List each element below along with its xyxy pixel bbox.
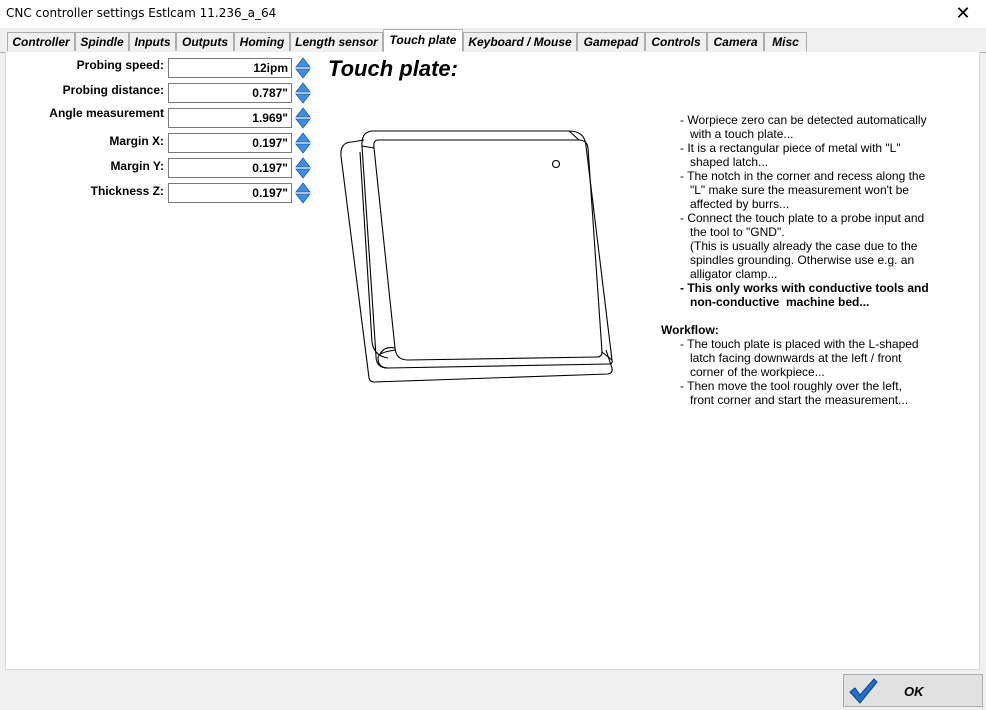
thickness-z-input[interactable]: 0.197" — [168, 183, 292, 203]
margin-x-stepper[interactable] — [295, 132, 311, 154]
tab-spindle[interactable]: Spindle — [75, 32, 129, 51]
description-line: - Connect the touch plate to a probe inp… — [680, 211, 925, 225]
tab-outputs[interactable]: Outputs — [176, 32, 234, 51]
tab-controls[interactable]: Controls — [645, 32, 707, 51]
probing-distance-label: Probing distance: — [62, 83, 164, 97]
description-warning-line: non-conductive machine bed... — [680, 295, 870, 309]
margin-y-input[interactable]: 0.197" — [168, 158, 292, 178]
description-line: the tool to "GND". — [680, 225, 785, 239]
checkmark-icon — [848, 677, 878, 710]
tab-length-sensor[interactable]: Length sensor — [290, 32, 383, 51]
workflow-title: Workflow: — [661, 323, 719, 337]
tab-gamepad[interactable]: Gamepad — [577, 32, 645, 51]
ok-button[interactable]: OK — [843, 674, 983, 707]
description-line: spindles grounding. Otherwise use e.g. a… — [680, 253, 915, 267]
angle-measurement-stepper[interactable] — [295, 107, 311, 129]
probing-speed-label: Probing speed: — [76, 58, 164, 72]
description-line: - It is a rectangular piece of metal wit… — [680, 141, 901, 155]
margin-x-label: Margin X: — [109, 134, 164, 148]
description-line: - The notch in the corner and recess alo… — [680, 169, 926, 183]
tab-misc[interactable]: Misc — [764, 32, 807, 51]
workflow-line: front corner and start the measurement..… — [680, 393, 909, 407]
window-title: CNC controller settings Estlcam 11.236_a… — [6, 6, 277, 20]
angle-measurement-label: Angle measurement — [49, 106, 164, 120]
margin-x-input[interactable]: 0.197" — [168, 133, 292, 153]
title-bar: CNC controller settings Estlcam 11.236_a… — [0, 0, 986, 28]
thickness-z-label: Thickness Z: — [90, 184, 164, 198]
workflow-line: - The touch plate is placed with the L-s… — [680, 337, 919, 351]
touch-plate-illustration — [336, 128, 621, 393]
description-warning-line: - This only works with conductive tools … — [680, 281, 929, 295]
margin-y-label: Margin Y: — [110, 159, 164, 173]
tab-controller[interactable]: Controller — [7, 32, 75, 51]
tab-touch-plate[interactable]: Touch plate — [383, 29, 463, 52]
description-line: - Worpiece zero can be detected automati… — [680, 113, 927, 127]
close-icon[interactable]: ✕ — [940, 0, 986, 28]
workflow-line: corner of the workpiece... — [680, 365, 825, 379]
description-line: alligator clamp... — [680, 267, 778, 281]
probing-speed-stepper[interactable] — [295, 57, 311, 79]
tab-camera[interactable]: Camera — [707, 32, 764, 51]
tab-inputs[interactable]: Inputs — [129, 32, 176, 51]
probing-distance-input[interactable]: 0.787" — [168, 83, 292, 103]
description-line: shaped latch... — [680, 155, 769, 169]
ok-button-label: OK — [904, 684, 924, 699]
description-line: affected by burrs... — [680, 197, 790, 211]
probing-distance-stepper[interactable] — [295, 82, 311, 104]
description-line: with a touch plate... — [680, 127, 794, 141]
section-title: Touch plate: — [328, 56, 458, 81]
margin-y-stepper[interactable] — [295, 157, 311, 179]
tab-homing[interactable]: Homing — [234, 32, 290, 51]
description-line: (This is usually already the case due to… — [680, 239, 918, 253]
workflow-line: latch facing downwards at the left / fro… — [680, 351, 902, 365]
description-line: "L" make sure the measurement won't be — [680, 183, 909, 197]
angle-measurement-input[interactable]: 1.969" — [168, 108, 292, 128]
workflow-line: - Then move the tool roughly over the le… — [680, 379, 902, 393]
thickness-z-stepper[interactable] — [295, 182, 311, 204]
tab-keyboard-mouse[interactable]: Keyboard / Mouse — [463, 32, 577, 51]
probing-speed-input[interactable]: 12ipm — [168, 58, 292, 78]
